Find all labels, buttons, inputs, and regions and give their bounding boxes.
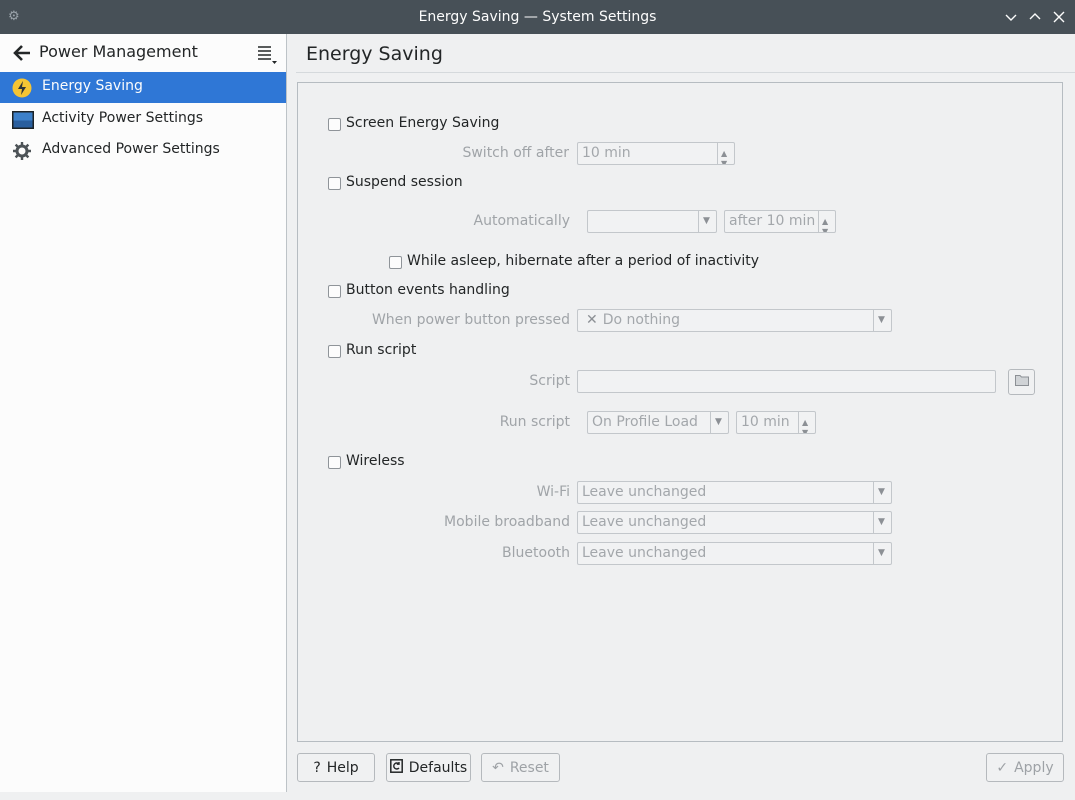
run-script-time-spinbox[interactable]: 10 min ▲ ▼ xyxy=(736,411,816,434)
sidebar-item-label: Activity Power Settings xyxy=(42,110,204,126)
button-events-checkbox[interactable] xyxy=(328,285,341,298)
mobile-broadband-combo[interactable]: Leave unchanged ▼ xyxy=(577,511,892,534)
chevron-down-icon[interactable]: ▼ xyxy=(873,482,891,503)
script-label: Script xyxy=(529,373,570,389)
system-settings-icon[interactable]: ⚙ xyxy=(8,9,24,25)
sidebar-item-label: Energy Saving xyxy=(42,78,143,94)
automatically-label: Automatically xyxy=(473,213,570,229)
sidebar-title: Power Management xyxy=(39,42,198,61)
hamburger-menu-icon[interactable] xyxy=(256,43,278,65)
wifi-combo[interactable]: Leave unchanged ▼ xyxy=(577,481,892,504)
hibernate-label: While asleep, hibernate after a period o… xyxy=(407,253,760,269)
sidebar-item-advanced-power-settings[interactable]: Advanced Power Settings xyxy=(0,135,286,166)
spin-buttons[interactable]: ▲ ▼ xyxy=(818,211,835,232)
help-icon: ? xyxy=(313,759,321,776)
back-arrow-icon[interactable] xyxy=(12,43,32,63)
sidebar: Power Management Energy Saving Activity … xyxy=(0,34,287,792)
sidebar-item-activity-power-settings[interactable]: Activity Power Settings xyxy=(0,104,286,135)
bluetooth-combo[interactable]: Leave unchanged ▼ xyxy=(577,542,892,565)
wireless-checkbox[interactable] xyxy=(328,456,341,469)
title-divider xyxy=(296,72,1075,73)
button-events-label: Button events handling xyxy=(346,282,510,298)
run-script-when-combo[interactable]: On Profile Load ▼ xyxy=(587,411,729,434)
folder-icon xyxy=(1014,374,1029,390)
screen-energy-saving-label: Screen Energy Saving xyxy=(346,115,500,131)
no-action-icon: ✕ xyxy=(586,312,598,328)
chevron-down-icon[interactable]: ▼ xyxy=(698,211,716,232)
power-button-action-combo[interactable]: ✕ Do nothing ▼ xyxy=(577,309,892,332)
wireless-label: Wireless xyxy=(346,453,405,469)
run-script-checkbox[interactable] xyxy=(328,345,341,358)
chevron-down-icon[interactable]: ▼ xyxy=(873,512,891,533)
run-script-when-label: Run script xyxy=(499,414,570,430)
chevron-down-icon[interactable]: ▼ xyxy=(873,310,891,331)
defaults-icon xyxy=(389,758,403,777)
apply-button[interactable]: ✓ Apply xyxy=(986,753,1064,782)
switch-off-after-label: Switch off after xyxy=(462,145,569,161)
defaults-button[interactable]: Defaults xyxy=(386,753,471,782)
reset-button[interactable]: ↶ Reset xyxy=(481,753,560,782)
page-title: Energy Saving xyxy=(306,43,443,65)
window-titlebar: ⚙ Energy Saving — System Settings xyxy=(0,0,1075,34)
checkmark-icon: ✓ xyxy=(996,759,1009,776)
browse-folder-button[interactable] xyxy=(1008,369,1035,395)
energy-saving-icon xyxy=(12,78,32,98)
suspend-action-combo[interactable]: ▼ xyxy=(587,210,717,233)
sidebar-item-label: Advanced Power Settings xyxy=(42,141,220,157)
bluetooth-label: Bluetooth xyxy=(502,545,570,561)
suspend-session-label: Suspend session xyxy=(346,174,463,190)
power-button-label: When power button pressed xyxy=(371,312,570,328)
wifi-label: Wi-Fi xyxy=(536,484,570,500)
spin-buttons[interactable]: ▲ ▼ xyxy=(798,412,815,433)
sidebar-header: Power Management xyxy=(0,34,286,72)
undo-icon: ↶ xyxy=(492,759,504,776)
suspend-session-checkbox[interactable] xyxy=(328,177,341,190)
spin-buttons[interactable]: ▲ ▼ xyxy=(717,143,734,164)
mobile-broadband-label: Mobile broadband xyxy=(444,514,570,530)
chevron-down-icon[interactable]: ▼ xyxy=(873,543,891,564)
minimize-icon[interactable] xyxy=(1001,6,1021,28)
help-button[interactable]: ? Help xyxy=(297,753,375,782)
activity-monitor-icon xyxy=(12,110,34,130)
switch-off-after-spinbox[interactable]: 10 min ▲ ▼ xyxy=(577,142,735,165)
maximize-icon[interactable] xyxy=(1025,6,1045,28)
gear-icon xyxy=(12,141,32,161)
script-path-input[interactable] xyxy=(577,370,996,393)
close-icon[interactable] xyxy=(1049,6,1069,28)
chevron-down-icon[interactable]: ▼ xyxy=(710,412,728,433)
screen-energy-saving-checkbox[interactable] xyxy=(328,118,341,131)
suspend-after-spinbox[interactable]: after 10 min ▲ ▼ xyxy=(724,210,836,233)
window-title: Energy Saving — System Settings xyxy=(418,9,657,25)
sidebar-item-energy-saving[interactable]: Energy Saving xyxy=(0,72,286,103)
run-script-checkbox-label: Run script xyxy=(346,342,417,358)
hibernate-checkbox[interactable] xyxy=(389,256,402,269)
